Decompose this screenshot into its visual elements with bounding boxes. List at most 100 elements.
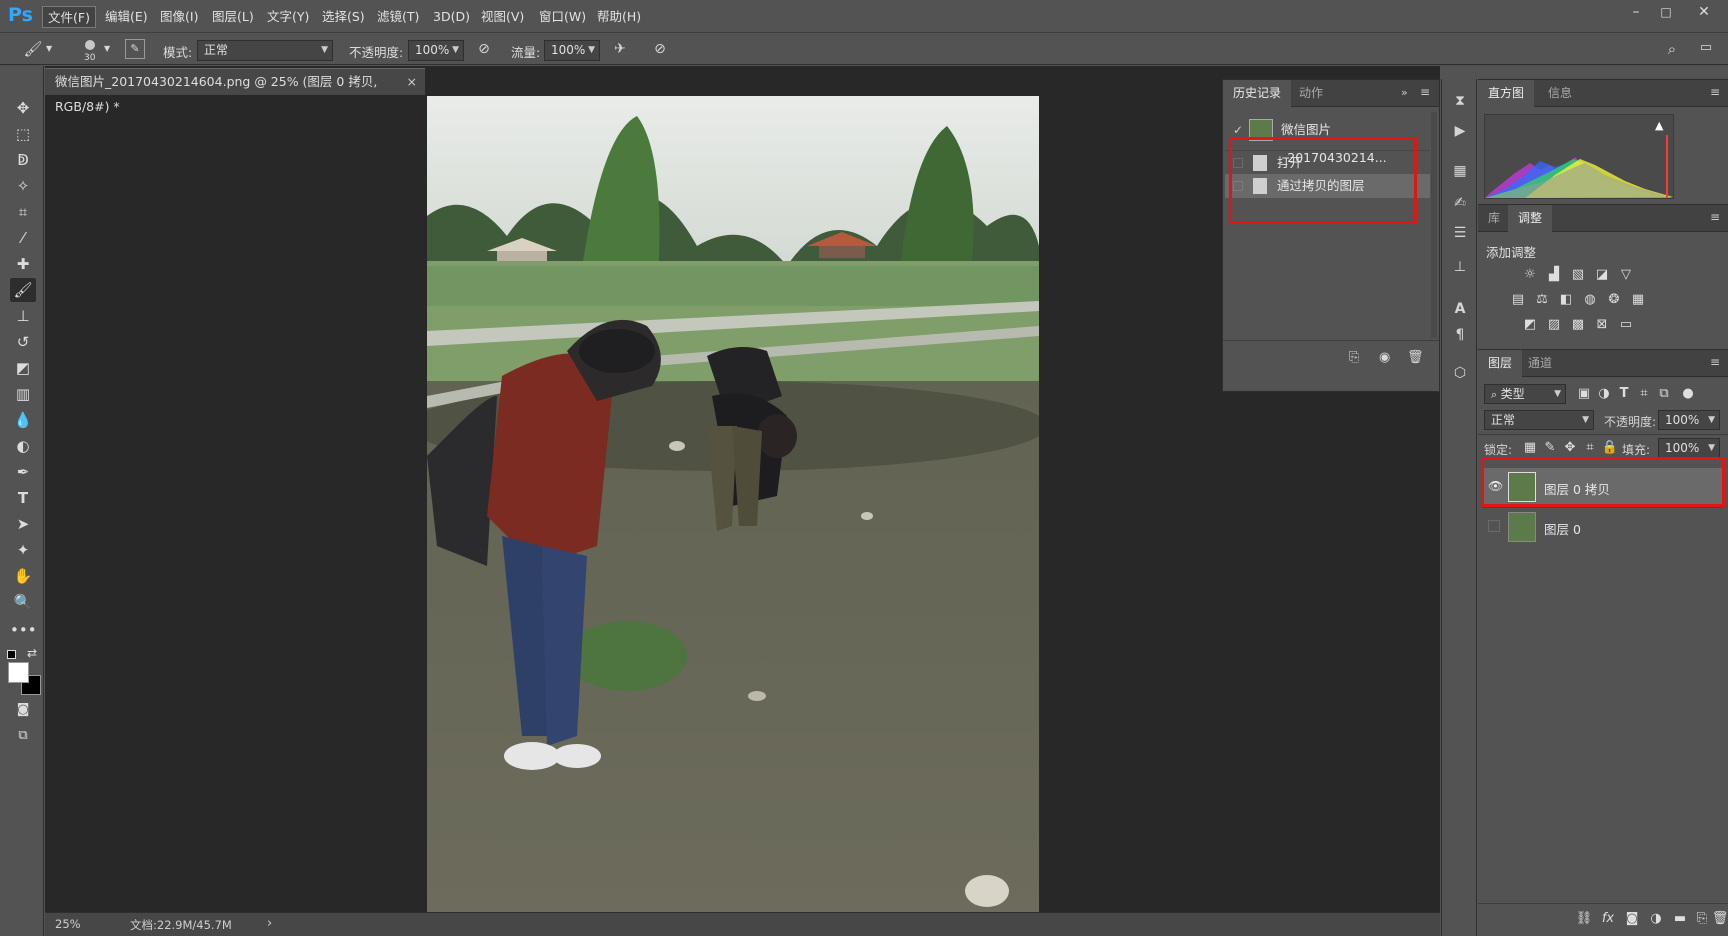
- search-icon[interactable]: ⌕: [1662, 40, 1682, 60]
- zoom-tool-icon[interactable]: 🔍: [10, 590, 36, 614]
- 3d-panel-icon[interactable]: ⬡: [1448, 361, 1472, 385]
- channel-mixer-icon[interactable]: ❂: [1604, 291, 1624, 309]
- filter-smart-object-icon[interactable]: ⧉: [1654, 385, 1674, 403]
- add-mask-icon[interactable]: ◙: [1622, 910, 1642, 928]
- link-layers-icon[interactable]: ⛓: [1574, 910, 1594, 928]
- filter-type-icon[interactable]: T: [1614, 385, 1634, 403]
- lock-artboard-icon[interactable]: ⌗: [1580, 439, 1600, 457]
- brush-preset-picker[interactable]: 30: [80, 38, 100, 63]
- history-checkbox[interactable]: [1233, 181, 1243, 191]
- menu-type[interactable]: 文字(Y): [262, 6, 314, 28]
- tab-channels[interactable]: 通道: [1518, 350, 1562, 377]
- eyedropper-tool-icon[interactable]: ⁄: [10, 226, 36, 250]
- quick-select-tool-icon[interactable]: ✧: [10, 174, 36, 198]
- exposure-icon[interactable]: ◪: [1592, 266, 1612, 284]
- dodge-tool-icon[interactable]: ◐: [10, 434, 36, 458]
- screen-mode-icon[interactable]: ⧉: [10, 724, 36, 748]
- history-checkbox[interactable]: [1233, 158, 1243, 168]
- tab-info[interactable]: 信息: [1538, 80, 1582, 107]
- mode-select[interactable]: 正常 ▼: [197, 40, 333, 61]
- paragraph-panel-icon[interactable]: ¶: [1448, 323, 1472, 347]
- tab-history[interactable]: 历史记录: [1223, 80, 1292, 107]
- crop-tool-icon[interactable]: ⌗: [10, 200, 36, 224]
- document-tab[interactable]: 微信图片_20170430214604.png @ 25% (图层 0 拷贝, …: [45, 68, 425, 114]
- layer-filter-select[interactable]: ⌕ 类型 ▼: [1484, 384, 1566, 404]
- clone-source-icon[interactable]: ⊥: [1448, 255, 1472, 279]
- tab-actions[interactable]: 动作: [1289, 80, 1333, 107]
- panel-menu-icon[interactable]: ≡: [1420, 85, 1430, 99]
- zoom-level[interactable]: 25%: [55, 917, 81, 931]
- history-item[interactable]: 通过拷贝的图层: [1225, 174, 1430, 198]
- curves-icon[interactable]: ▧: [1568, 266, 1588, 284]
- filter-adjustment-icon[interactable]: ◑: [1594, 385, 1614, 403]
- brush-tool-icon[interactable]: 🖌: [22, 40, 44, 60]
- layer-row[interactable]: 图层 0: [1482, 507, 1722, 545]
- flow-input[interactable]: 100% ▼: [544, 40, 600, 61]
- workspace-switcher-icon[interactable]: ▭: [1696, 40, 1716, 60]
- minimize-button[interactable]: –: [1622, 2, 1650, 22]
- hue-saturation-icon[interactable]: ▤: [1508, 291, 1528, 309]
- gradient-map-icon[interactable]: ▭: [1616, 316, 1636, 334]
- lock-pixels-icon[interactable]: ✎: [1540, 439, 1560, 457]
- gradient-tool-icon[interactable]: ▥: [10, 382, 36, 406]
- more-tools-icon[interactable]: •••: [10, 618, 37, 642]
- lasso-tool-icon[interactable]: ↁ: [10, 148, 36, 172]
- lock-all-icon[interactable]: 🔒: [1600, 439, 1620, 457]
- pen-tool-icon[interactable]: ✒: [10, 460, 36, 484]
- threshold-icon[interactable]: ▩: [1568, 316, 1588, 334]
- opacity-input[interactable]: 100% ▼: [408, 40, 464, 61]
- brush-presets-icon[interactable]: ✍: [1448, 191, 1472, 215]
- move-tool-icon[interactable]: ✥: [10, 96, 36, 120]
- layer-row-selected[interactable]: 👁 图层 0 拷贝: [1482, 468, 1722, 506]
- status-menu-arrow[interactable]: ›: [267, 916, 272, 931]
- chevron-down-icon[interactable]: ▼: [104, 44, 110, 53]
- panel-menu-icon[interactable]: ≡: [1710, 85, 1720, 99]
- trash-icon[interactable]: 🗑: [1710, 910, 1728, 928]
- maximize-button[interactable]: □: [1652, 2, 1680, 22]
- menu-3d[interactable]: 3D(D): [428, 6, 475, 28]
- shape-tool-icon[interactable]: ✦: [10, 538, 36, 562]
- camera-icon[interactable]: ◉: [1379, 350, 1390, 365]
- menu-select[interactable]: 选择(S): [317, 6, 370, 28]
- close-button[interactable]: ✕: [1690, 2, 1718, 22]
- tab-histogram[interactable]: 直方图: [1478, 80, 1535, 107]
- layer-name[interactable]: 图层 0: [1544, 519, 1581, 538]
- filter-shape-icon[interactable]: ⌗: [1634, 385, 1654, 403]
- color-lookup-icon[interactable]: ▦: [1628, 291, 1648, 309]
- new-group-icon[interactable]: ▬: [1670, 910, 1690, 928]
- selective-color-icon[interactable]: ⊠: [1592, 316, 1612, 334]
- posterize-icon[interactable]: ▨: [1544, 316, 1564, 334]
- menu-image[interactable]: 图像(I): [155, 6, 203, 28]
- lock-position-icon[interactable]: ✥: [1560, 439, 1580, 457]
- foreground-color-swatch[interactable]: [8, 662, 29, 683]
- pressure-opacity-icon[interactable]: ⊘: [474, 41, 494, 59]
- brush-tool-icon[interactable]: 🖌: [10, 278, 36, 302]
- new-adjustment-layer-icon[interactable]: ◑: [1646, 910, 1666, 928]
- tab-layers[interactable]: 图层: [1478, 350, 1523, 377]
- history-item[interactable]: 打开: [1225, 150, 1430, 174]
- history-brush-tool-icon[interactable]: ↺: [10, 330, 36, 354]
- invert-icon[interactable]: ◩: [1520, 316, 1540, 334]
- airbrush-icon[interactable]: ✈: [610, 41, 630, 59]
- menu-filter[interactable]: 滤镜(T): [372, 6, 424, 28]
- character-panel-icon[interactable]: A: [1448, 297, 1472, 321]
- lock-transparency-icon[interactable]: ▦: [1520, 439, 1540, 457]
- tab-adjustments[interactable]: 调整: [1508, 205, 1553, 232]
- menu-edit[interactable]: 编辑(E): [100, 6, 153, 28]
- warning-icon[interactable]: ▲: [1655, 119, 1663, 132]
- menu-view[interactable]: 视图(V): [476, 6, 529, 28]
- history-panel-icon[interactable]: ⧗: [1448, 89, 1472, 113]
- quick-mask-icon[interactable]: ◙: [10, 698, 36, 722]
- brightness-contrast-icon[interactable]: ☼: [1520, 266, 1540, 284]
- photo-filter-icon[interactable]: ◍: [1580, 291, 1600, 309]
- pressure-size-icon[interactable]: ⊘: [650, 41, 670, 59]
- default-colors-icon[interactable]: [7, 650, 16, 659]
- menu-help[interactable]: 帮助(H): [592, 6, 646, 28]
- marquee-tool-icon[interactable]: ⬚: [10, 122, 36, 146]
- eraser-tool-icon[interactable]: ◩: [10, 356, 36, 380]
- visibility-toggle[interactable]: [1488, 520, 1500, 532]
- color-balance-icon[interactable]: ⚖: [1532, 291, 1552, 309]
- layer-name[interactable]: 图层 0 拷贝: [1544, 479, 1610, 498]
- path-select-tool-icon[interactable]: ➤: [10, 512, 36, 536]
- vibrance-icon[interactable]: ▽: [1616, 266, 1636, 284]
